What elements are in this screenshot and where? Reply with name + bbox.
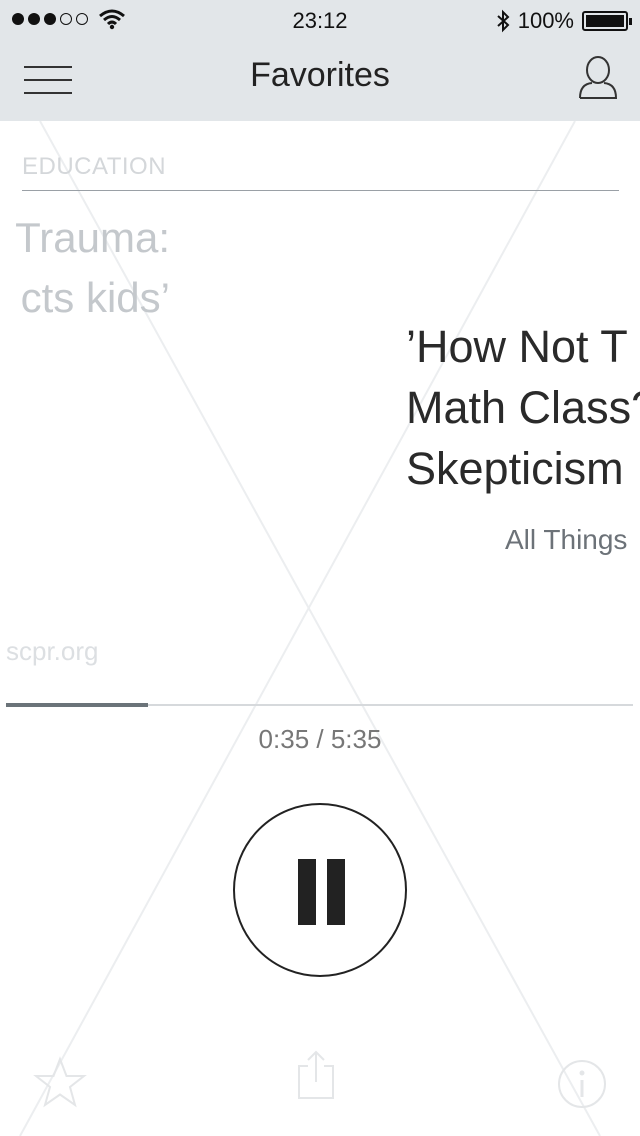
navigation-bar: Favorites bbox=[0, 40, 640, 121]
current-story-title-line3: Skepticism bbox=[406, 443, 624, 494]
pause-bar-right bbox=[327, 859, 345, 925]
status-bar: 23:12 100% bbox=[0, 0, 640, 40]
status-right: 100% bbox=[496, 8, 632, 34]
elapsed-time: 0:35 bbox=[258, 724, 310, 754]
info-icon[interactable] bbox=[556, 1058, 608, 1110]
duration-time: 5:35 bbox=[330, 724, 382, 754]
time-readout: 0:35 / 5:35 bbox=[0, 724, 640, 755]
progress-scrubber[interactable] bbox=[6, 703, 633, 707]
page-title: Favorites bbox=[250, 56, 390, 94]
current-story-title-line1: ’How Not T bbox=[406, 321, 628, 372]
star-icon[interactable] bbox=[32, 1056, 88, 1110]
share-icon[interactable] bbox=[296, 1048, 336, 1102]
battery-fill bbox=[586, 15, 624, 27]
current-story-title[interactable]: ’How Not T Math Class? Skepticism bbox=[406, 316, 640, 499]
battery-icon bbox=[582, 11, 632, 31]
category-label: EDUCATION bbox=[22, 153, 167, 180]
battery-percent: 100% bbox=[517, 8, 574, 33]
category-divider bbox=[22, 190, 619, 191]
current-story-title-line2: Math Class? bbox=[406, 382, 640, 433]
bluetooth-icon bbox=[497, 9, 510, 33]
previous-story-title-line2: cts kids’ bbox=[20, 274, 170, 321]
previous-story-title-line1: Trauma: bbox=[15, 214, 170, 261]
previous-story-source: scpr.org bbox=[6, 636, 99, 666]
pause-bar-left bbox=[298, 859, 316, 925]
time-separator: / bbox=[309, 724, 331, 754]
progress-fill bbox=[6, 703, 149, 707]
user-profile-icon[interactable] bbox=[576, 54, 620, 102]
previous-story-title[interactable]: Trauma: cts kids’ bbox=[0, 208, 170, 328]
current-story-source: All Things bbox=[505, 524, 628, 555]
pause-button[interactable] bbox=[233, 803, 407, 977]
